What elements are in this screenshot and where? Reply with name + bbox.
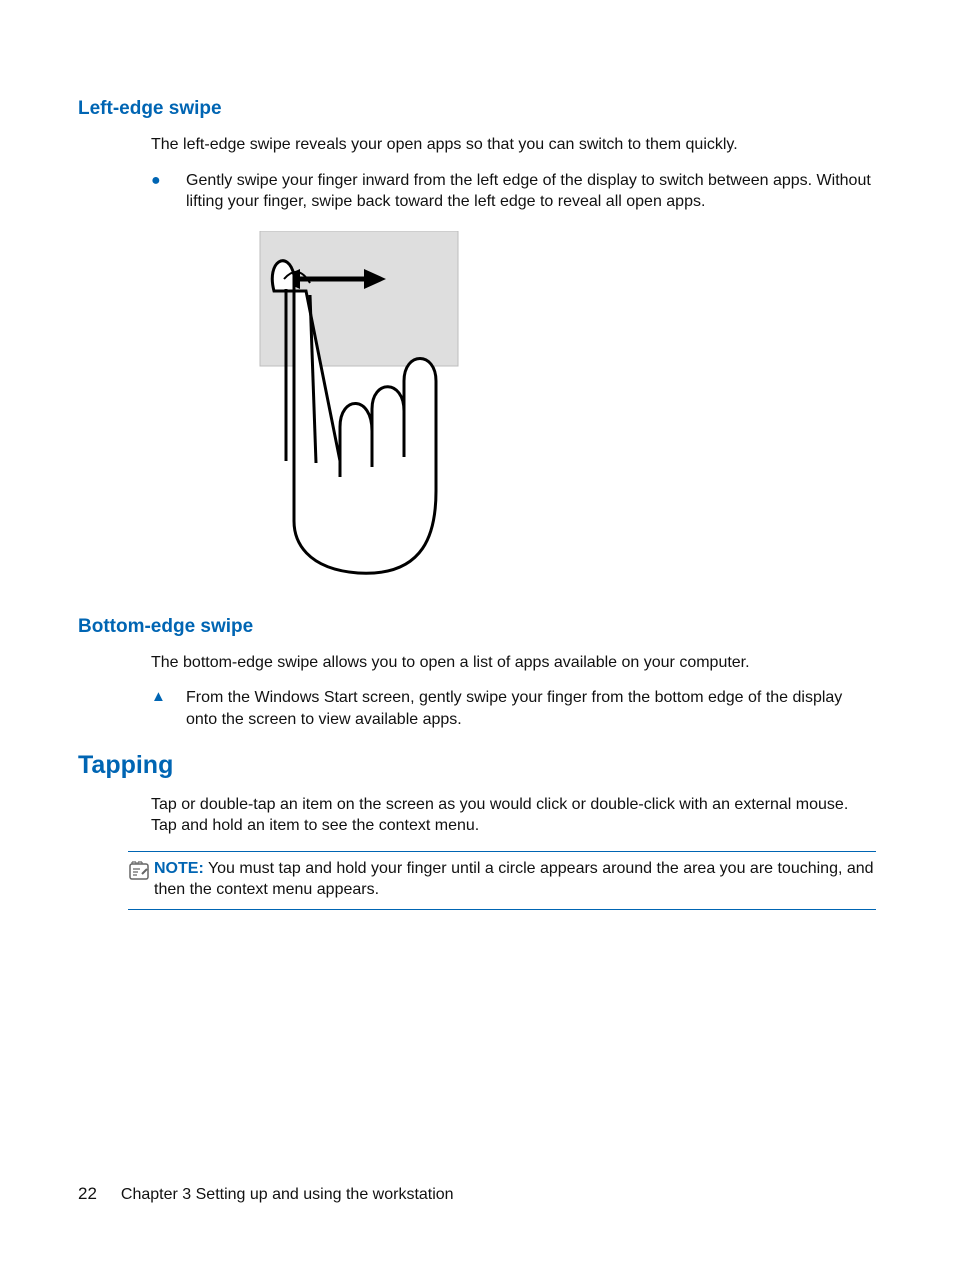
page-footer: 22 Chapter 3 Setting up and using the wo… [78,1184,454,1204]
bullet-text: Gently swipe your finger inward from the… [186,170,876,213]
swipe-illustration [218,231,478,586]
bullet-item: ● Gently swipe your finger inward from t… [151,170,876,213]
paragraph: The bottom-edge swipe allows you to open… [151,652,876,674]
paragraph: The left-edge swipe reveals your open ap… [151,134,876,156]
heading-left-edge-swipe: Left-edge swipe [78,98,876,120]
note-text: NOTE: You must tap and hold your finger … [154,858,876,901]
triangle-bullet-icon: ▲ [151,687,186,730]
note-callout: NOTE: You must tap and hold your finger … [128,851,876,910]
note-label: NOTE: [154,860,204,877]
note-body: You must tap and hold your finger until … [154,860,874,899]
bullet-item: ▲ From the Windows Start screen, gently … [151,687,876,730]
chapter-label: Chapter 3 Setting up and using the works… [121,1186,454,1204]
bullet-dot-icon: ● [151,170,186,213]
page-number: 22 [78,1184,97,1204]
bullet-text: From the Windows Start screen, gently sw… [186,687,876,730]
page-content: Left-edge swipe The left-edge swipe reve… [0,0,954,910]
note-icon [128,858,154,901]
heading-tapping: Tapping [78,751,876,780]
heading-bottom-edge-swipe: Bottom-edge swipe [78,616,876,638]
paragraph: Tap or double-tap an item on the screen … [151,794,876,837]
